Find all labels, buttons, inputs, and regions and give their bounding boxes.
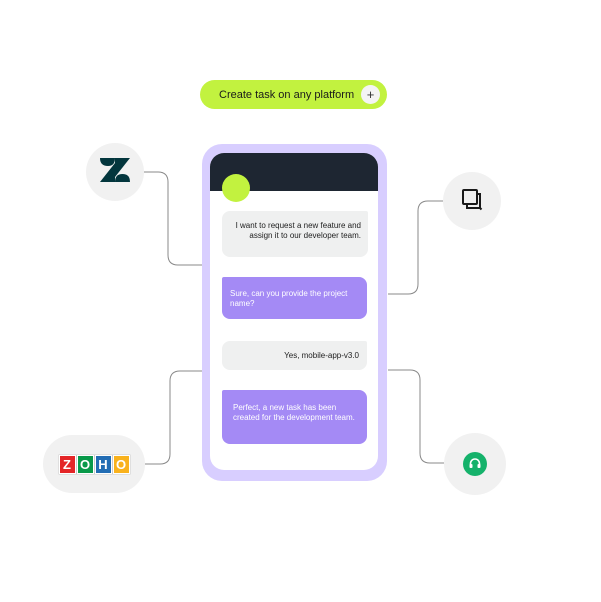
support-badge — [444, 433, 506, 495]
headset-support-icon — [463, 452, 487, 476]
bot-message: Perfect, a new task has been created for… — [222, 390, 367, 444]
connector-square — [388, 200, 443, 295]
zoho-icon: Z O H O — [58, 454, 130, 474]
phone-frame: I want to request a new feature and assi… — [202, 144, 387, 481]
connector-support — [388, 369, 444, 464]
zendesk-icon — [100, 157, 130, 187]
zoho-letter: O — [112, 454, 130, 474]
user-message: Yes, mobile-app-v3.0 — [222, 341, 367, 370]
zoho-letter: H — [94, 454, 112, 474]
connector-zoho — [145, 370, 202, 465]
zoho-letter: Z — [58, 454, 76, 474]
connector-zendesk — [144, 171, 202, 266]
zendesk-badge — [86, 143, 144, 201]
square-chat-icon — [460, 187, 484, 216]
zoho-badge: Z O H O — [43, 435, 145, 493]
create-task-label: Create task on any platform — [219, 88, 355, 101]
plus-icon[interactable]: + — [361, 85, 380, 104]
integration-illustration: Create task on any platform + I want to … — [0, 0, 601, 602]
user-message: I want to request a new feature and assi… — [222, 211, 368, 257]
square-chat-badge — [443, 172, 501, 230]
bot-avatar — [222, 174, 250, 202]
zoho-letter: O — [76, 454, 94, 474]
bot-message: Sure, can you provide the project name? — [222, 277, 367, 319]
chat-screen: I want to request a new feature and assi… — [210, 153, 378, 470]
create-task-button[interactable]: Create task on any platform + — [200, 80, 387, 109]
